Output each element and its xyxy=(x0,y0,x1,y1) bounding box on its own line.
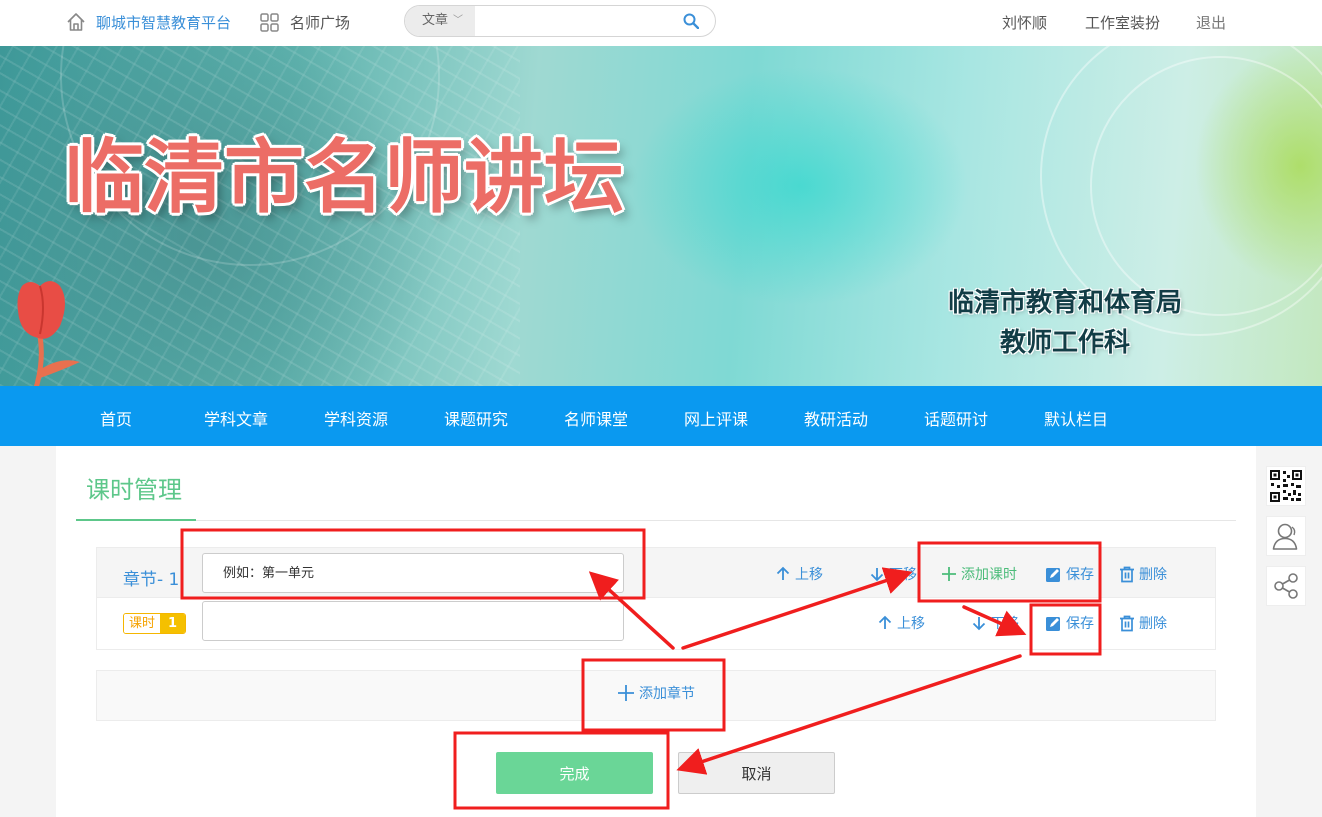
nav-item-resources[interactable]: 学科资源 xyxy=(324,406,388,430)
lesson-delete-label: 删除 xyxy=(1139,616,1167,632)
lesson-save-button[interactable]: 保存 xyxy=(1045,613,1094,633)
nav-item-classroom[interactable]: 名师课堂 xyxy=(564,406,628,430)
chapter-row: 章节- 1 上移 下移 添加课时 保存 删除 xyxy=(96,547,1216,598)
chapter-save-button[interactable]: 保存 xyxy=(1045,564,1094,584)
edit-icon xyxy=(1046,616,1060,631)
chapter-name-input[interactable] xyxy=(202,553,624,593)
platform-link[interactable]: 聊城市智慧教育平台 xyxy=(96,12,231,33)
tulip-decoration xyxy=(17,281,80,386)
lesson-delete-button[interactable]: 删除 xyxy=(1119,613,1167,633)
banner: 临清市名师讲坛 临清市教育和体育局 教师工作科 xyxy=(0,46,1322,386)
qr-code-button[interactable] xyxy=(1266,466,1306,506)
teacher-plaza-link[interactable]: 名师广场 xyxy=(290,12,350,33)
search-type-select[interactable]: 文章 ﹀ xyxy=(405,6,475,36)
contact-button[interactable] xyxy=(1266,516,1306,556)
arrow-down-icon xyxy=(870,568,884,582)
chapter-move-down-label: 下移 xyxy=(889,567,917,583)
trash-icon xyxy=(1120,615,1134,631)
plus-icon xyxy=(618,685,634,701)
user-name-link[interactable]: 刘怀顺 xyxy=(1002,12,1047,33)
lesson-move-up-button[interactable]: 上移 xyxy=(877,613,925,633)
trash-icon xyxy=(1120,566,1134,582)
chevron-down-icon: ﹀ xyxy=(453,15,463,26)
share-icon xyxy=(1274,573,1298,599)
nav-item-research[interactable]: 课题研究 xyxy=(444,406,508,430)
nav-item-topics[interactable]: 话题研讨 xyxy=(924,406,988,430)
logout-link[interactable]: 退出 xyxy=(1196,12,1226,33)
share-button[interactable] xyxy=(1266,566,1306,606)
lesson-move-down-button[interactable]: 下移 xyxy=(971,613,1019,633)
done-button[interactable]: 完成 xyxy=(496,752,653,794)
arrow-up-icon xyxy=(776,566,790,580)
chapter-save-label: 保存 xyxy=(1066,567,1094,583)
lesson-management-panel: 课时管理 章节- 1 上移 下移 添加课时 保存 删除 课时 1 xyxy=(56,446,1256,817)
lesson-badge-text: 课时 xyxy=(124,614,161,633)
page-title: 课时管理 xyxy=(86,476,182,504)
chapter-move-up-button[interactable]: 上移 xyxy=(775,564,823,584)
lesson-badge: 课时 1 xyxy=(123,613,187,634)
nav-item-articles[interactable]: 学科文章 xyxy=(204,406,268,430)
chapter-delete-label: 删除 xyxy=(1139,567,1167,583)
studio-decor-link[interactable]: 工作室装扮 xyxy=(1085,12,1160,33)
add-lesson-label: 添加课时 xyxy=(961,567,1017,583)
add-lesson-button[interactable]: 添加课时 xyxy=(941,564,1017,584)
lesson-move-down-label: 下移 xyxy=(991,616,1019,632)
plus-icon xyxy=(942,567,956,581)
lesson-row: 课时 1 上移 下移 保存 删除 xyxy=(96,598,1216,650)
home-icon[interactable] xyxy=(66,12,86,32)
lesson-name-input[interactable] xyxy=(202,601,624,641)
nav-item-home[interactable]: 首页 xyxy=(100,406,132,430)
add-chapter-label: 添加章节 xyxy=(639,686,695,702)
title-divider xyxy=(76,520,1236,521)
search-icon[interactable] xyxy=(683,13,699,29)
add-chapter-row: 添加章节 xyxy=(96,670,1216,721)
chapter-move-up-label: 上移 xyxy=(795,567,823,583)
nav-item-online-review[interactable]: 网上评课 xyxy=(684,406,748,430)
grid-icon[interactable] xyxy=(260,13,279,32)
banner-subtitle-org: 临清市教育和体育局 xyxy=(947,287,1182,317)
lesson-move-up-label: 上移 xyxy=(897,616,925,632)
cancel-button[interactable]: 取消 xyxy=(678,752,835,794)
search-type-label: 文章 xyxy=(422,13,449,28)
title-active-underline xyxy=(76,519,196,521)
chapter-delete-button[interactable]: 删除 xyxy=(1119,564,1167,584)
top-bar: 聊城市智慧教育平台 名师广场 文章 ﹀ 刘怀顺 工作室装扮 退出 xyxy=(0,0,1322,46)
arrow-down-icon xyxy=(972,617,986,631)
lesson-save-label: 保存 xyxy=(1066,616,1094,632)
edit-icon xyxy=(1046,567,1060,582)
chapter-move-down-button[interactable]: 下移 xyxy=(869,564,917,584)
nav-item-activities[interactable]: 教研活动 xyxy=(804,406,868,430)
search-input[interactable] xyxy=(477,6,677,36)
contact-icon xyxy=(1272,523,1298,550)
add-chapter-button[interactable]: 添加章节 xyxy=(617,683,695,703)
search-box: 文章 ﹀ xyxy=(404,5,716,37)
banner-title: 临清市名师讲坛 xyxy=(64,133,624,222)
banner-subtitle-dept: 教师工作科 xyxy=(999,327,1130,357)
qr-code-icon xyxy=(1270,470,1302,502)
chapter-label: 章节- 1 xyxy=(123,570,180,590)
nav-item-default[interactable]: 默认栏目 xyxy=(1044,406,1108,430)
arrow-up-icon xyxy=(878,615,892,629)
lesson-badge-number: 1 xyxy=(160,614,186,633)
main-nav: 首页 学科文章 学科资源 课题研究 名师课堂 网上评课 教研活动 话题研讨 默认… xyxy=(0,386,1322,446)
